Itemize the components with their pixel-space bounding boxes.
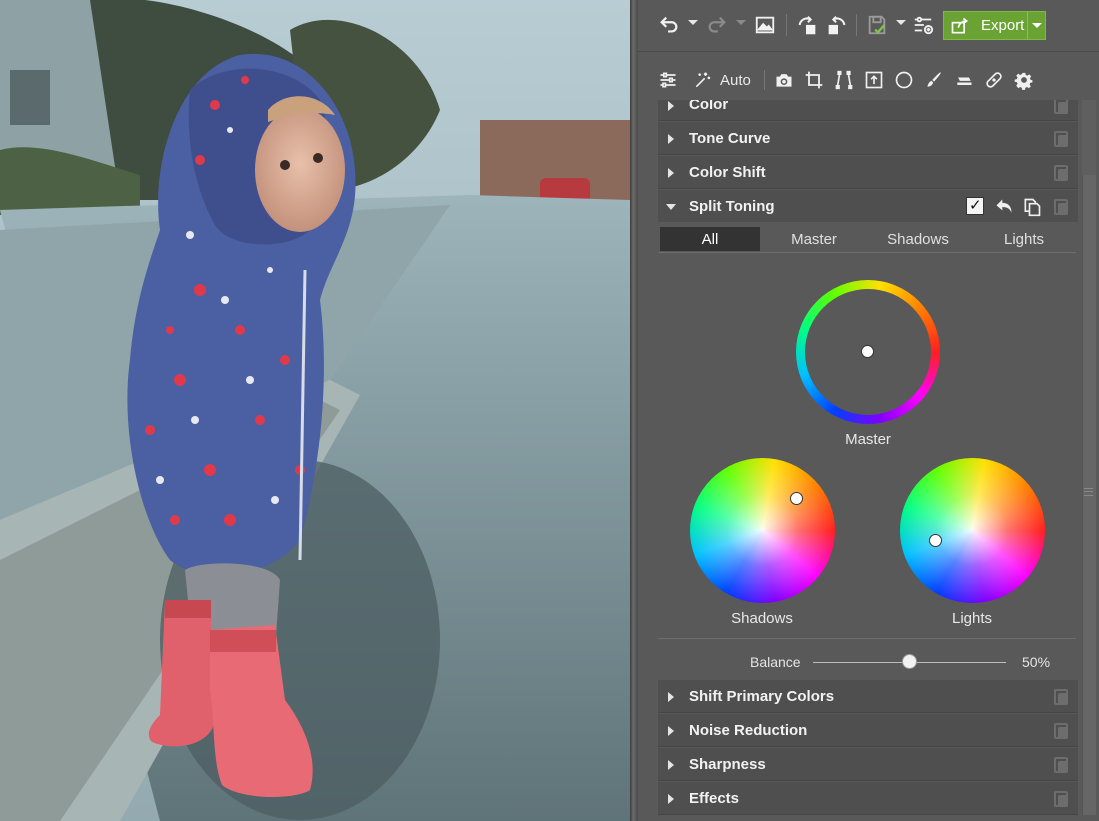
- top-toolbar: Export: [638, 0, 1099, 52]
- tab-shadows[interactable]: Shadows: [868, 227, 968, 251]
- tab-master[interactable]: Master: [764, 227, 864, 251]
- crop-icon[interactable]: [802, 68, 826, 92]
- rotate-right-icon[interactable]: [824, 12, 850, 38]
- camera-icon[interactable]: [772, 68, 796, 92]
- section-tone-curve[interactable]: Tone Curve: [658, 122, 1078, 155]
- export-button[interactable]: Export: [943, 11, 1046, 40]
- copy-settings-icon[interactable]: [1052, 130, 1070, 148]
- section-color[interactable]: Color: [658, 100, 1078, 121]
- perspective-icon[interactable]: [832, 68, 856, 92]
- lights-handle[interactable]: [929, 534, 942, 547]
- section-split-toning[interactable]: Split Toning: [658, 190, 1078, 223]
- shadows-label: Shadows: [731, 610, 793, 627]
- master-label: Master: [845, 431, 891, 448]
- section-title: Split Toning: [689, 198, 775, 215]
- section-title: Noise Reduction: [689, 722, 808, 739]
- enable-checkbox[interactable]: [966, 196, 984, 215]
- expand-arrow-icon: [668, 101, 674, 111]
- section-effects[interactable]: Effects: [658, 782, 1078, 815]
- copy-settings-icon[interactable]: [1052, 790, 1070, 808]
- export-label: Export: [981, 17, 1025, 34]
- photo-image: [0, 0, 630, 821]
- section-title: Color Shift: [689, 164, 766, 181]
- shadows-handle[interactable]: [790, 492, 803, 505]
- tab-all[interactable]: All: [660, 227, 760, 251]
- tools-toolbar: Auto: [638, 60, 1099, 100]
- auto-label[interactable]: Auto: [720, 72, 751, 89]
- tab-lights[interactable]: Lights: [974, 227, 1074, 251]
- reset-icon[interactable]: [994, 197, 1014, 217]
- balance-label: Balance: [750, 654, 801, 670]
- expand-arrow-icon: [668, 760, 674, 770]
- section-title: Shift Primary Colors: [689, 688, 835, 705]
- balance-value[interactable]: 50%: [1022, 654, 1050, 670]
- undo-icon[interactable]: [656, 12, 682, 38]
- copy-settings-icon[interactable]: [1052, 198, 1070, 216]
- bandage-icon[interactable]: [982, 68, 1006, 92]
- split-toning-panel: All Master Shadows Lights Master Shadows…: [658, 222, 1078, 680]
- balance-slider-handle[interactable]: [902, 654, 917, 669]
- magic-wand-icon[interactable]: [690, 68, 716, 92]
- image-icon[interactable]: [752, 12, 778, 38]
- lights-label: Lights: [951, 610, 993, 627]
- lights-color-wheel[interactable]: [900, 458, 1045, 603]
- section-title: Effects: [689, 790, 740, 807]
- sliders-icon[interactable]: [656, 68, 680, 92]
- expand-arrow-icon: [668, 168, 674, 178]
- frame-text-icon[interactable]: [862, 68, 886, 92]
- scrollbar-grip-icon: [1084, 488, 1093, 496]
- copy-settings-icon[interactable]: [1052, 164, 1070, 182]
- adjust-settings-icon[interactable]: [910, 12, 936, 38]
- brush-icon[interactable]: [922, 68, 946, 92]
- section-title: Color: [689, 100, 729, 113]
- rotate-left-icon[interactable]: [794, 12, 820, 38]
- expand-arrow-icon: [668, 134, 674, 144]
- gear-icon[interactable]: [1012, 68, 1036, 92]
- expand-arrow-icon: [668, 692, 674, 702]
- redo-history-caret[interactable]: [736, 18, 746, 28]
- section-noise-reduction[interactable]: Noise Reduction: [658, 714, 1078, 747]
- balance-divider: [658, 638, 1076, 639]
- section-title: Sharpness: [689, 756, 766, 773]
- export-options-caret[interactable]: [1027, 12, 1045, 39]
- master-handle[interactable]: [861, 345, 874, 358]
- circle-icon[interactable]: [892, 68, 916, 92]
- toolbar-separator: [786, 14, 787, 36]
- expand-arrow-icon: [668, 794, 674, 804]
- copy-settings-icon[interactable]: [1052, 688, 1070, 706]
- copy-settings-icon[interactable]: [1052, 756, 1070, 774]
- save-icon[interactable]: [864, 12, 890, 38]
- toolbar-separator: [856, 14, 857, 36]
- toolbar-separator: [764, 70, 765, 90]
- section-color-shift[interactable]: Color Shift: [658, 156, 1078, 189]
- section-title: Tone Curve: [689, 130, 771, 147]
- photo-canvas[interactable]: [0, 0, 630, 821]
- eraser-icon[interactable]: [952, 68, 976, 92]
- copy-icon[interactable]: [1022, 197, 1042, 217]
- panel-divider[interactable]: [630, 0, 638, 821]
- collapse-arrow-icon: [666, 204, 676, 210]
- expand-arrow-icon: [668, 726, 674, 736]
- undo-history-caret[interactable]: [688, 18, 698, 28]
- section-sharpness[interactable]: Sharpness: [658, 748, 1078, 781]
- adjustments-panel: Export Auto Color Tone Curve Color Shift…: [638, 0, 1099, 821]
- copy-settings-icon[interactable]: [1052, 722, 1070, 740]
- shadows-color-wheel[interactable]: [690, 458, 835, 603]
- copy-settings-icon[interactable]: [1052, 100, 1070, 115]
- save-options-caret[interactable]: [896, 18, 906, 28]
- redo-icon[interactable]: [704, 12, 730, 38]
- share-icon: [947, 12, 973, 39]
- split-toning-tabs: All Master Shadows Lights: [658, 227, 1076, 253]
- section-shift-primary-colors[interactable]: Shift Primary Colors: [658, 680, 1078, 713]
